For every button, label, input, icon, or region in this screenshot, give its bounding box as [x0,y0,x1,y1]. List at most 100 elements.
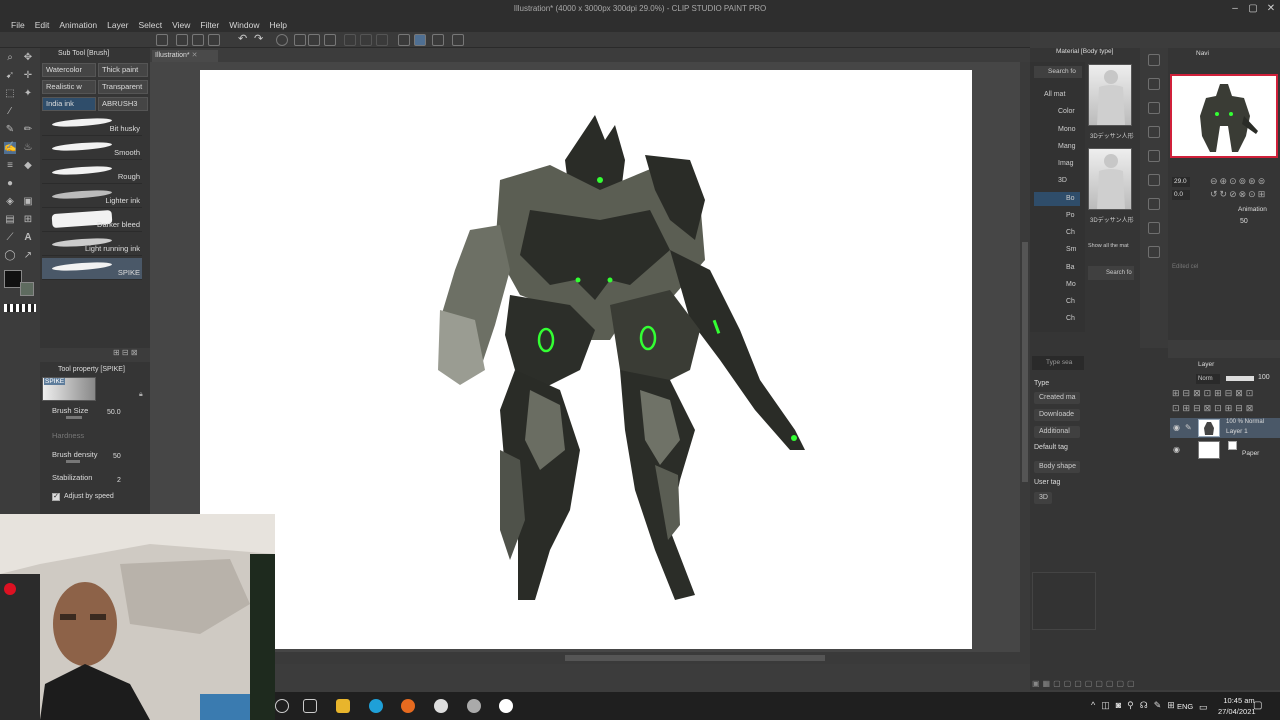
menu-file[interactable]: File [6,20,30,30]
opacity-slider[interactable] [1226,376,1254,381]
tree-pose[interactable]: Po [1066,212,1075,219]
filter-created[interactable]: Created ma [1034,392,1080,404]
material-search-button[interactable]: Search fo [1034,66,1082,78]
search-bottom-button[interactable]: Search fo [1088,266,1134,280]
tree-manga[interactable]: Mang [1058,143,1076,150]
zoom-value[interactable]: 29.0 [1172,177,1190,187]
menu-window[interactable]: Window [224,20,264,30]
airbrush-icon[interactable]: ♨ [22,142,34,154]
redo-icon[interactable]: ↷ [254,34,266,46]
keyboard-icon[interactable]: ▭ [1199,702,1208,713]
move-icon[interactable]: ✥ [22,52,34,64]
horizontal-scrollbar[interactable] [275,652,1030,664]
filter-downloaded[interactable]: Downloade [1034,409,1080,421]
pen-edit-icon[interactable]: ✎ [1185,423,1192,432]
strip-icon-5[interactable] [1148,150,1160,162]
filter-additional[interactable]: Additional [1034,426,1080,438]
clip-studio-icon[interactable] [156,34,168,46]
animation-value[interactable]: 50 [1240,218,1248,225]
menu-animation[interactable]: Animation [54,20,102,30]
opacity-value[interactable]: 100 [1258,374,1270,381]
lock-icon[interactable]: 🔒︎ [139,391,143,399]
tree-ch-a[interactable]: Ch [1066,298,1075,305]
menu-view[interactable]: View [167,20,195,30]
select-all-icon[interactable] [344,34,356,46]
frame-icon[interactable]: ⊞ [22,214,34,226]
operation-icon[interactable]: ➹ [4,70,16,82]
decoration-icon[interactable]: ≡ [4,160,16,172]
subtab-realistic[interactable]: Realistic w [42,80,96,94]
strip-icon-3[interactable] [1148,102,1160,114]
brush-density-value[interactable]: 50 [113,453,121,460]
strip-icon-2[interactable] [1148,78,1160,90]
tree-body-type[interactable]: Bo [1066,195,1075,202]
search-icon[interactable] [275,699,289,713]
fill-icon[interactable] [308,34,320,46]
undo-icon[interactable]: ↶ [238,34,250,46]
rotate-value[interactable]: 0.0 [1172,190,1190,200]
tray-icons[interactable]: ^◫◙⚲☊✎⊞ [1091,700,1181,711]
brush-spike[interactable]: SPIKE [42,258,142,280]
correct-line-icon[interactable]: ↗ [22,250,34,262]
perspective-icon[interactable] [452,34,464,46]
clock-date[interactable]: 27/04/2021 [1218,707,1256,716]
layer-row-layer1[interactable]: ◉ ✎ 100 % Normal Layer 1 [1170,418,1280,438]
canvas-paper[interactable] [200,70,972,649]
tree-ch-b[interactable]: Ch [1066,315,1075,322]
new-file-icon[interactable] [176,34,188,46]
tab-close-icon[interactable]: ✕ [192,52,198,59]
file-explorer-icon[interactable] [336,699,350,713]
pencil-icon[interactable]: ✏ [22,124,34,136]
tree-background[interactable]: Ba [1066,264,1075,271]
tree-character[interactable]: Ch [1066,229,1075,236]
menu-filter[interactable]: Filter [195,20,224,30]
eyedropper-icon[interactable]: ⁄ [4,106,16,118]
balloon-icon[interactable]: ◯ [4,250,16,262]
brush-icon[interactable]: ✍ [4,142,16,154]
invert-icon[interactable] [376,34,388,46]
edge-icon[interactable] [369,699,383,713]
subtool-actions[interactable]: ⊞ ⊟ ⊠ [113,348,145,358]
eye-icon[interactable]: ◉ [1173,445,1180,454]
brush-density-slider[interactable] [66,460,80,463]
strip-icon-1[interactable] [1148,54,1160,66]
fill-bucket-icon[interactable]: ◈ [4,196,16,208]
strip-icon-7[interactable] [1148,198,1160,210]
clock-time[interactable]: 10:45 am [1222,696,1256,705]
gradient-icon[interactable]: ▣ [22,196,34,208]
show-all-materials[interactable]: Show all the mat [1088,243,1129,249]
open-file-icon[interactable] [192,34,204,46]
auto-select-icon[interactable]: ✦ [22,88,34,100]
menu-select[interactable]: Select [133,20,167,30]
sub-color-swatch[interactable] [20,282,34,296]
tree-image[interactable]: Imag [1058,160,1074,167]
brush-bit-husky[interactable]: Bit husky [42,114,142,136]
firefox-icon[interactable] [401,699,415,713]
snap-icon[interactable] [414,34,426,46]
brush-lighter-ink[interactable]: Lighter ink [42,186,142,208]
minimize-icon[interactable]: – [1226,0,1244,17]
deselect-icon[interactable] [360,34,372,46]
obs-icon[interactable] [434,699,448,713]
blend-icon[interactable]: ● [4,178,16,190]
language-indicator[interactable]: ENG [1177,702,1193,711]
subtab-india-ink[interactable]: India ink [42,97,96,111]
subtab-watercolor[interactable]: Watercolor [42,63,96,77]
spinner-icon[interactable] [276,34,288,46]
strip-icon-8[interactable] [1148,222,1160,234]
rotate-controls[interactable]: ↺↻⊘⊗⊙⊞ [1210,189,1267,200]
close-icon[interactable]: ✕ [1262,0,1280,17]
task-view-icon[interactable] [303,699,317,713]
clip-studio-taskbar-icon[interactable] [467,699,481,713]
brush-rough[interactable]: Rough [42,162,142,184]
tag-body-shape[interactable]: Body shape [1034,461,1080,473]
strip-icon-6[interactable] [1148,174,1160,186]
move-layer-icon[interactable]: ✛ [22,70,34,82]
subtab-thick-paint[interactable]: Thick paint [98,63,148,77]
clear-icon[interactable] [294,34,306,46]
horizontal-scroll-thumb[interactable] [565,655,825,661]
tree-small-object[interactable]: Sm [1066,246,1077,253]
material-thumb-1[interactable] [1088,64,1132,126]
tree-all-materials[interactable]: All mat [1044,91,1065,98]
vertical-scroll-thumb[interactable] [1022,242,1028,482]
